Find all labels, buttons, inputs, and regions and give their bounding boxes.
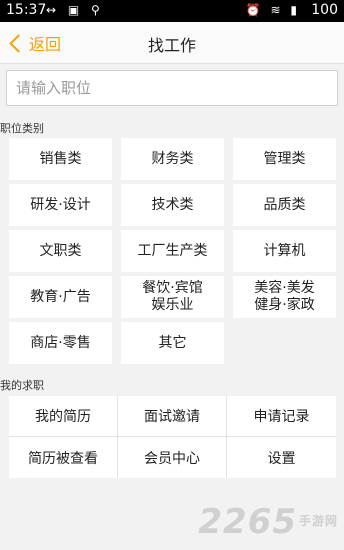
category-retail[interactable]: 商店·零售 xyxy=(9,322,112,364)
notification-icons: ↔ ▣ ⚲ xyxy=(46,3,104,17)
category-technical[interactable]: 技术类 xyxy=(121,184,224,226)
search-input[interactable] xyxy=(7,71,337,105)
my-job-grid: 我的简历 面试邀请 申请记录 简历被查看 会员中心 设置 xyxy=(9,396,336,478)
my-resume-button[interactable]: 我的简历 xyxy=(9,396,118,437)
category-label: 技术类 xyxy=(151,196,194,213)
category-label: 工厂生产类 xyxy=(137,242,208,259)
my-section-label: 我的求职 xyxy=(0,379,44,392)
watermark-site: 手游网 xyxy=(298,514,338,528)
category-label: 餐饮·宾馆 xyxy=(142,280,203,296)
system-icons: ⏰ ≋ ▮ xyxy=(245,3,300,17)
category-label-line2: 健身·家政 xyxy=(254,297,315,313)
category-label: 财务类 xyxy=(151,150,194,167)
category-education-ads[interactable]: 教育·广告 xyxy=(9,276,112,318)
category-label: 其它 xyxy=(158,334,187,351)
category-label: 管理类 xyxy=(263,150,306,167)
status-time: 15:37 xyxy=(6,2,47,18)
search-box xyxy=(6,70,338,106)
settings-button[interactable]: 设置 xyxy=(227,437,336,478)
category-factory[interactable]: 工厂生产类 xyxy=(121,230,224,272)
category-section-label: 职位类别 xyxy=(0,122,44,135)
category-management[interactable]: 管理类 xyxy=(233,138,336,180)
category-catering-hotel[interactable]: 餐饮·宾馆 娱乐业 xyxy=(121,276,224,318)
category-label: 商店·零售 xyxy=(30,334,91,351)
category-label: 研发·设计 xyxy=(30,196,91,213)
battery-level: 100 xyxy=(311,2,338,18)
category-clerical[interactable]: 文职类 xyxy=(9,230,112,272)
watermark-logo: 2265 手游网 xyxy=(198,502,338,542)
category-label: 文职类 xyxy=(39,242,82,259)
category-label: 品质类 xyxy=(263,196,306,213)
category-grid: 销售类 财务类 管理类 研发·设计 技术类 品质类 文职类 工厂生产类 计算机 … xyxy=(9,138,337,364)
page-title: 找工作 xyxy=(147,36,196,55)
nav-bar: 返回 找工作 xyxy=(0,22,344,64)
category-sales[interactable]: 销售类 xyxy=(9,138,112,180)
category-beauty-fitness[interactable]: 美容·美发 健身·家政 xyxy=(233,276,336,318)
interview-invites-button[interactable]: 面试邀请 xyxy=(118,396,227,437)
category-finance[interactable]: 财务类 xyxy=(121,138,224,180)
application-records-button[interactable]: 申请记录 xyxy=(227,396,336,437)
category-label: 计算机 xyxy=(263,242,306,259)
category-label: 教育·广告 xyxy=(30,288,91,305)
watermark-brand: 2265 xyxy=(198,502,297,542)
resume-viewed-button[interactable]: 简历被查看 xyxy=(9,437,118,478)
category-label: 美容·美发 xyxy=(254,280,315,296)
category-label: 销售类 xyxy=(39,150,82,167)
category-computer[interactable]: 计算机 xyxy=(233,230,336,272)
status-bar: 15:37 ↔ ▣ ⚲ ⏰ ≋ ▮ 100 xyxy=(0,0,344,22)
category-other[interactable]: 其它 xyxy=(121,322,224,364)
category-rd-design[interactable]: 研发·设计 xyxy=(9,184,112,226)
category-label-line2: 娱乐业 xyxy=(151,297,194,313)
member-center-button[interactable]: 会员中心 xyxy=(118,437,227,478)
category-quality[interactable]: 品质类 xyxy=(233,184,336,226)
